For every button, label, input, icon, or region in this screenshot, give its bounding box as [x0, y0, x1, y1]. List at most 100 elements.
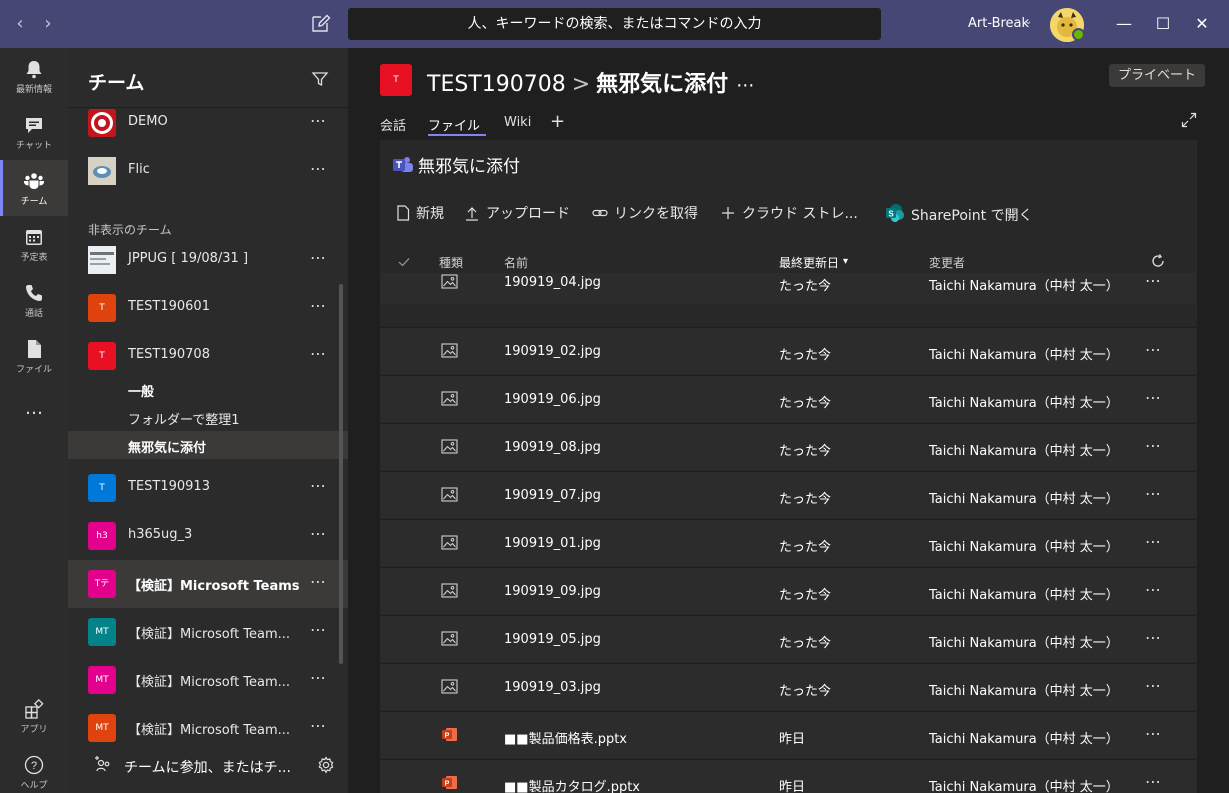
more-options-icon[interactable]: ⋯ — [1145, 580, 1162, 599]
file-row[interactable]: 190919_07.jpg たった今 Taichi Nakamura（中村 太一） ⋯ — [380, 471, 1197, 518]
tab-conversations[interactable]: 会話 — [380, 115, 406, 134]
rail-help[interactable]: ? ヘルプ — [0, 744, 68, 793]
open-sharepoint-button[interactable]: S SharePoint で開く — [885, 203, 1033, 225]
file-name[interactable]: 190919_07.jpg — [504, 488, 601, 503]
compose-icon[interactable] — [310, 12, 332, 34]
rail-calls[interactable]: 通話 — [0, 272, 68, 328]
more-options-icon[interactable]: ⋯ — [1145, 436, 1162, 455]
scrollbar[interactable] — [339, 284, 343, 664]
file-name[interactable]: 190919_08.jpg — [504, 440, 601, 455]
more-options-icon[interactable]: ⋯ — [310, 524, 327, 543]
more-options-icon[interactable]: ⋯ — [1145, 772, 1162, 791]
file-name[interactable]: 190919_05.jpg — [504, 632, 601, 647]
more-options-icon[interactable]: ⋯ — [1145, 340, 1162, 359]
join-team-row[interactable]: チームに参加、またはチ... — [68, 742, 348, 788]
more-options-icon[interactable]: ⋯ — [310, 716, 327, 735]
team-test190708[interactable]: T TEST190708 ⋯ — [68, 332, 348, 380]
column-type[interactable]: 種類 — [439, 254, 463, 271]
more-options-icon[interactable]: ⋯ — [1145, 724, 1162, 743]
file-row[interactable]: 190919_08.jpg たった今 Taichi Nakamura（中村 太一） ⋯ — [380, 423, 1197, 470]
more-options-icon[interactable]: ⋯ — [1145, 388, 1162, 407]
file-row[interactable]: 190919_03.jpg たった今 Taichi Nakamura（中村 太一） ⋯ — [380, 663, 1197, 710]
back-button[interactable]: ‹ — [10, 13, 30, 34]
file-row[interactable]: 190919_09.jpg たった今 Taichi Nakamura（中村 太一） ⋯ — [380, 567, 1197, 614]
column-name[interactable]: 名前 — [504, 254, 528, 271]
team-verify-4[interactable]: MT 【検証】Microsoft Team... ⋯ — [68, 704, 348, 742]
add-tab-button[interactable]: + — [550, 111, 565, 132]
team-jppug[interactable]: JPPUG [ 19/08/31 ] ⋯ — [68, 236, 348, 284]
filter-icon[interactable] — [311, 70, 329, 88]
more-options-icon[interactable]: ⋯ — [1145, 532, 1162, 551]
rail-activity[interactable]: 最新情報 — [0, 48, 68, 104]
file-name[interactable]: 190919_09.jpg — [504, 584, 601, 599]
more-options-icon[interactable]: ⋯ — [736, 75, 754, 96]
cloud-storage-button[interactable]: クラウド ストレ... — [720, 203, 858, 223]
more-options-icon[interactable]: ⋯ — [310, 476, 327, 495]
forward-button[interactable]: › — [38, 13, 58, 34]
gear-icon[interactable] — [317, 756, 335, 774]
rail-chat[interactable]: チャット — [0, 104, 68, 160]
more-options-icon[interactable]: ⋯ — [310, 668, 327, 687]
maximize-button[interactable]: ☐ — [1153, 14, 1173, 34]
team-verify-3[interactable]: MT 【検証】Microsoft Team... ⋯ — [68, 656, 348, 704]
team-verify-2[interactable]: MT 【検証】Microsoft Team... ⋯ — [68, 608, 348, 656]
channel-label: 無邪気に添付 — [128, 441, 207, 456]
more-options-icon[interactable]: ⋯ — [1145, 676, 1162, 695]
rail-calendar[interactable]: 予定表 — [0, 216, 68, 272]
file-name[interactable]: 190919_01.jpg — [504, 536, 601, 551]
column-modified[interactable]: 最終更新日 — [779, 254, 839, 271]
file-row[interactable]: P ■■製品価格表.pptx 昨日 Taichi Nakamura（中村 太一） ⋯ — [380, 711, 1197, 758]
tenant-switcher[interactable]: Art-Break — [968, 16, 1029, 31]
get-link-button[interactable]: リンクを取得 — [592, 203, 698, 223]
team-name: TEST190913 — [128, 479, 210, 494]
tab-files[interactable]: ファイル — [428, 115, 480, 134]
more-options-icon[interactable]: ⋯ — [310, 248, 327, 267]
team-test190913[interactable]: T TEST190913 ⋯ — [68, 464, 348, 512]
more-options-icon[interactable]: ⋯ — [310, 572, 327, 591]
more-options-icon[interactable]: ⋯ — [310, 344, 327, 363]
search-input[interactable]: 人、キーワードの検索、またはコマンドの入力 — [348, 8, 881, 40]
upload-button[interactable]: アップロード — [464, 203, 570, 223]
channel-folder[interactable]: フォルダーで整理1 — [68, 403, 348, 431]
expand-icon[interactable] — [1181, 112, 1197, 128]
column-modified-by[interactable]: 変更者 — [929, 254, 965, 271]
new-button[interactable]: 新規 — [396, 203, 444, 223]
file-name[interactable]: ■■製品カタログ.pptx — [504, 776, 640, 793]
file-row[interactable]: 190919_06.jpg たった今 Taichi Nakamura（中村 太一） ⋯ — [380, 375, 1197, 422]
more-options-icon[interactable]: ⋯ — [1145, 628, 1162, 647]
chevron-down-icon[interactable]: ⌄ — [1024, 16, 1032, 27]
file-name[interactable]: ■■製品価格表.pptx — [504, 728, 627, 747]
more-options-icon[interactable]: ⋯ — [310, 296, 327, 315]
team-h365ug[interactable]: h3 h365ug_3 ⋯ — [68, 512, 348, 560]
more-options-icon[interactable]: ⋯ — [310, 620, 327, 639]
team-title[interactable]: TEST190708 — [427, 72, 566, 97]
file-row[interactable]: 190919_01.jpg たった今 Taichi Nakamura（中村 太一） ⋯ — [380, 519, 1197, 566]
file-name[interactable]: 190919_06.jpg — [504, 392, 601, 407]
file-row[interactable]: 190919_05.jpg たった今 Taichi Nakamura（中村 太一） ⋯ — [380, 615, 1197, 662]
team-demo[interactable]: DEMO ⋯ — [68, 99, 348, 147]
file-row[interactable]: 190919_04.jpg たった今 Taichi Nakamura（中村 太一） ⋯ — [380, 271, 1197, 304]
file-row[interactable]: P ■■製品カタログ.pptx 昨日 Taichi Nakamura（中村 太一） ⋯ — [380, 759, 1197, 793]
tab-wiki[interactable]: Wiki — [504, 115, 531, 130]
rail-apps[interactable]: アプリ — [0, 688, 68, 744]
more-options-icon[interactable]: ⋯ — [310, 159, 327, 178]
close-button[interactable]: ✕ — [1192, 14, 1212, 34]
file-name[interactable]: 190919_02.jpg — [504, 344, 601, 359]
rail-files[interactable]: ファイル — [0, 328, 68, 384]
more-options-icon[interactable]: ⋯ — [1145, 484, 1162, 503]
select-all-checkmark-icon[interactable] — [397, 256, 411, 268]
file-name[interactable]: 190919_03.jpg — [504, 680, 601, 695]
file-name[interactable]: 190919_04.jpg — [504, 275, 601, 290]
more-options-icon[interactable]: ⋯ — [1145, 271, 1162, 290]
minimize-button[interactable]: — — [1114, 14, 1134, 34]
team-verify-1[interactable]: Tテ 【検証】Microsoft Teams ⋯ — [68, 560, 348, 608]
refresh-icon[interactable] — [1150, 253, 1166, 269]
team-test190601[interactable]: T TEST190601 ⋯ — [68, 284, 348, 332]
channel-general[interactable]: 一般 — [68, 375, 348, 403]
more-options-icon[interactable]: ⋯ — [310, 111, 327, 130]
rail-more[interactable]: … — [0, 384, 68, 440]
team-flic[interactable]: Flic ⋯ — [68, 147, 348, 195]
rail-teams[interactable]: チーム — [0, 160, 68, 216]
file-row[interactable]: 190919_02.jpg たった今 Taichi Nakamura（中村 太一） ⋯ — [380, 327, 1197, 374]
channel-attachments[interactable]: 無邪気に添付 — [68, 431, 348, 459]
